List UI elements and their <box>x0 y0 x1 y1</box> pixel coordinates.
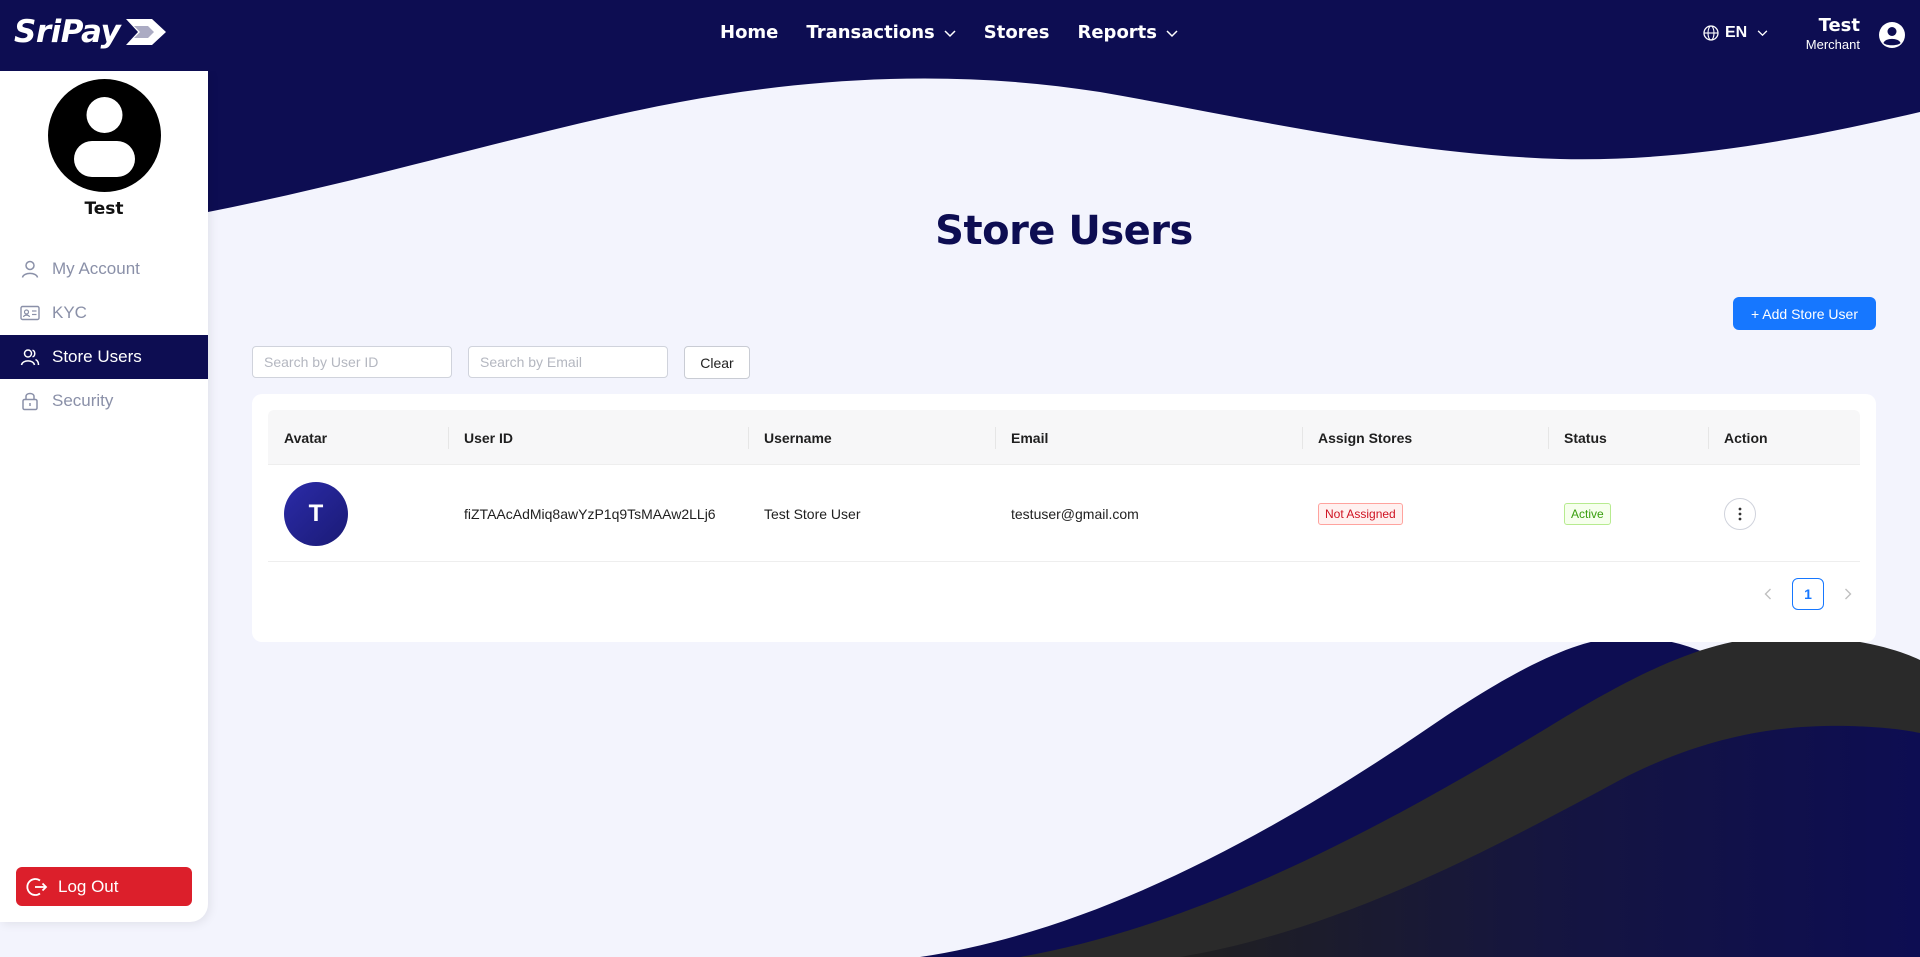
user-info[interactable]: Test Merchant <box>1806 15 1860 53</box>
sidebar-menu: My Account KYC Store Users Security <box>0 247 208 423</box>
profile-name: Test <box>84 199 124 219</box>
store-users-table-card: Avatar User ID Username Email Assign Sto… <box>252 394 1876 642</box>
column-divider <box>995 427 996 449</box>
brand-arrow-icon <box>126 19 167 45</box>
sidebar-item-my-account[interactable]: My Account <box>0 247 208 291</box>
pagination: 1 <box>1752 578 1864 610</box>
column-divider <box>748 427 749 449</box>
brand-logo[interactable]: SriPay <box>14 14 168 50</box>
status-badge: Active <box>1564 502 1611 525</box>
users-icon <box>20 347 40 367</box>
pagination-next-button[interactable] <box>1832 578 1864 610</box>
profile-avatar <box>48 79 161 192</box>
main-nav: Home Transactions Stores Reports <box>720 22 1206 43</box>
table-row: T fiZTAAcAdMiq8awYzP1q9TsMAAw2LLj6 Test … <box>268 465 1860 562</box>
sidebar-item-label: Store Users <box>52 347 142 366</box>
chevron-down-icon <box>944 22 956 43</box>
sidebar: Test My Account KYC Store Users Security <box>0 71 208 922</box>
logout-button[interactable]: Log Out <box>16 867 192 906</box>
sidebar-item-store-users[interactable]: Store Users <box>0 335 208 379</box>
nav-home-label: Home <box>720 22 779 43</box>
action-cell <box>1724 465 1756 562</box>
add-store-user-button[interactable]: + Add Store User <box>1733 297 1876 330</box>
clear-button[interactable]: Clear <box>684 346 750 379</box>
user-silhouette-icon <box>74 97 135 177</box>
lock-icon <box>20 391 40 411</box>
chevron-down-icon <box>1757 29 1768 36</box>
sidebar-item-label: KYC <box>52 303 87 322</box>
column-divider <box>1548 427 1549 449</box>
search-email-input[interactable] <box>468 346 668 378</box>
sidebar-item-label: My Account <box>52 259 140 278</box>
chevron-left-icon <box>1764 588 1771 600</box>
nav-home[interactable]: Home <box>720 22 778 43</box>
nav-transactions[interactable]: Transactions <box>806 22 956 43</box>
row-actions-button[interactable] <box>1724 497 1756 530</box>
id-card-icon <box>20 303 40 323</box>
user-id-cell: fiZTAAcAdMiq8awYzP1q9TsMAAw2LLj6 <box>464 505 716 522</box>
user-icon <box>20 259 40 279</box>
column-divider <box>1708 427 1709 449</box>
nav-reports[interactable]: Reports <box>1077 22 1178 43</box>
username-cell: Test Store User <box>764 505 861 522</box>
nav-reports-label: Reports <box>1077 22 1157 43</box>
user-avatar-icon[interactable] <box>1878 21 1906 54</box>
user-name: Test <box>1818 15 1860 36</box>
column-header-action: Action <box>1724 429 1768 446</box>
page-title: Store Users <box>935 208 1193 254</box>
nav-stores[interactable]: Stores <box>984 22 1050 43</box>
sidebar-item-kyc[interactable]: KYC <box>0 291 208 335</box>
column-header-avatar: Avatar <box>284 429 328 446</box>
more-vertical-icon <box>1738 507 1742 520</box>
pagination-prev-button[interactable] <box>1752 578 1784 610</box>
email-cell: testuser@gmail.com <box>1011 505 1139 522</box>
language-label: EN <box>1725 24 1748 41</box>
nav-stores-label: Stores <box>983 22 1050 43</box>
search-user-id-input[interactable] <box>252 346 452 378</box>
table-header: Avatar User ID Username Email Assign Sto… <box>268 410 1860 465</box>
sidebar-item-security[interactable]: Security <box>0 379 208 423</box>
column-divider <box>1302 427 1303 449</box>
user-avatar: T <box>284 481 348 546</box>
logout-icon <box>26 876 48 898</box>
language-selector[interactable]: EN <box>1703 24 1768 42</box>
chevron-right-icon <box>1845 588 1852 600</box>
chevron-down-icon <box>1166 22 1178 43</box>
column-divider <box>448 427 449 449</box>
not-assigned-badge: Not Assigned <box>1318 502 1403 525</box>
user-role: Merchant <box>1805 37 1860 52</box>
column-header-user-id: User ID <box>464 429 514 446</box>
assign-stores-cell: Not Assigned <box>1318 465 1403 562</box>
avatar-cell: T <box>284 465 348 562</box>
column-header-email: Email <box>1011 429 1049 446</box>
sidebar-item-label: Security <box>52 391 114 410</box>
column-header-status: Status <box>1564 429 1607 446</box>
column-header-assign-stores: Assign Stores <box>1318 429 1413 446</box>
column-header-username: Username <box>764 429 832 446</box>
nav-transactions-label: Transactions <box>806 22 935 43</box>
brand-name: SriPay <box>14 14 121 50</box>
status-cell: Active <box>1564 465 1611 562</box>
top-navigation-bar: SriPay Home Transactions Stores Reports <box>0 0 1920 71</box>
globe-icon <box>1703 25 1719 41</box>
pagination-page-1[interactable]: 1 <box>1792 578 1824 610</box>
logout-label: Log Out <box>58 876 119 896</box>
